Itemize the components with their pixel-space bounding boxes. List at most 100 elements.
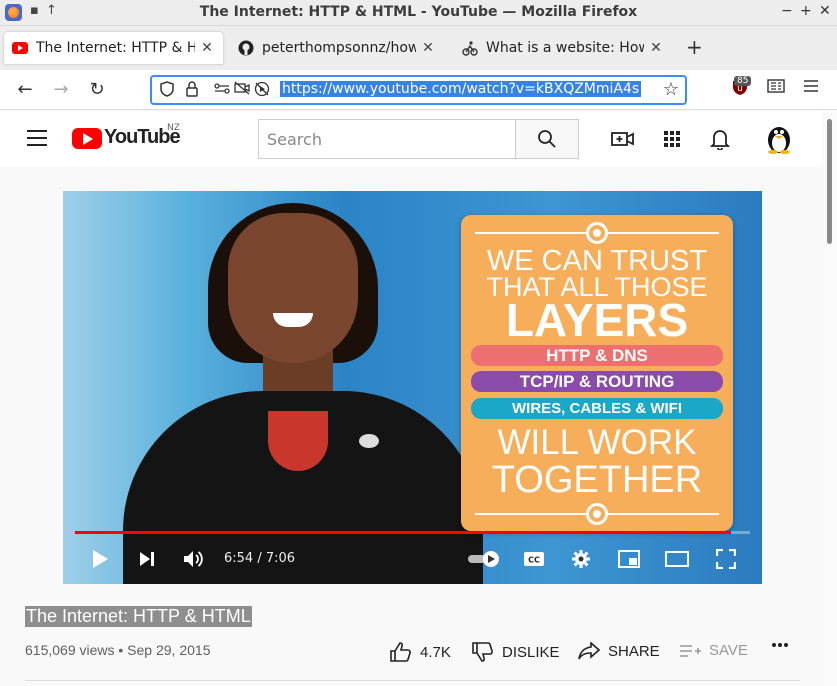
youtube-icon — [12, 40, 28, 56]
card-pill-wires: WIRES, CABLES & WIFI — [471, 398, 723, 419]
permissions-icon[interactable] — [214, 81, 230, 99]
progress-played — [75, 531, 732, 534]
tab-label: What is a website: How S — [486, 40, 644, 56]
youtube-logo-icon[interactable] — [72, 128, 102, 149]
share-button[interactable]: SHARE — [578, 642, 660, 660]
fullscreen-icon — [716, 549, 736, 569]
url-text[interactable]: https://www.youtube.com/watch?v=kBXQZMmi… — [280, 81, 642, 97]
maximize-button[interactable]: + — [800, 3, 812, 19]
card-pill-tcpip: TCP/IP & ROUTING — [471, 371, 723, 392]
autoplay-toggle-icon — [468, 551, 499, 567]
minimize-button[interactable]: − — [781, 3, 793, 19]
slide-card: WE CAN TRUST THAT ALL THOSE LAYERS HTTP … — [461, 215, 733, 531]
next-icon — [140, 552, 154, 566]
next-button[interactable] — [134, 547, 160, 571]
youtube-header: YouTube NZ — [0, 111, 822, 167]
autoplay-blocked-icon[interactable] — [254, 81, 270, 101]
play-button[interactable] — [87, 547, 113, 571]
captions-icon: CC — [524, 552, 544, 566]
save-button[interactable]: SAVE — [679, 642, 748, 659]
like-count: 4.7K — [420, 643, 451, 661]
xbox-logo-icon — [359, 434, 379, 448]
close-tab-icon[interactable]: ✕ — [648, 40, 664, 56]
page-scrollbar[interactable] — [822, 111, 837, 686]
shield-icon[interactable] — [160, 81, 174, 101]
fullscreen-button[interactable] — [713, 547, 739, 571]
play-icon — [93, 550, 108, 568]
like-button[interactable]: 4.7K — [390, 642, 451, 662]
apps-grid-icon[interactable] — [660, 127, 684, 151]
video-meta: 615,069 views • Sep 29, 2015 — [25, 642, 211, 658]
camera-blocked-icon[interactable] — [234, 81, 250, 99]
share-label: SHARE — [608, 642, 660, 660]
close-tab-icon[interactable]: ✕ — [199, 40, 215, 56]
tab-strip: The Internet: HTTP & HTML ✕ peterthompso… — [0, 26, 837, 70]
save-label: SAVE — [709, 642, 748, 659]
volume-button[interactable] — [181, 547, 207, 571]
player-controls: 6:54 / 7:06 CC — [63, 539, 762, 579]
thumbs-up-icon — [390, 642, 411, 662]
lock-icon[interactable] — [186, 81, 198, 101]
presenter-face — [228, 213, 358, 363]
card-line-3: LAYERS — [505, 294, 689, 346]
window-title: The Internet: HTTP & HTML - YouTube — Mo… — [199, 4, 638, 20]
more-horizontal-icon — [772, 643, 788, 647]
more-actions-button[interactable] — [771, 642, 797, 648]
miniplayer-button[interactable] — [616, 547, 642, 571]
card-line-4: WILL WORK — [497, 423, 697, 462]
tab-label: peterthompsonnz/howstuff — [262, 40, 416, 56]
reload-button[interactable]: ↻ — [85, 78, 109, 102]
github-icon — [238, 40, 254, 56]
search-icon — [538, 130, 556, 148]
theater-mode-icon — [665, 551, 689, 567]
scrollbar-thumb[interactable] — [827, 119, 832, 244]
progress-bar[interactable] — [75, 531, 750, 534]
close-window-button[interactable]: ✕ — [819, 3, 831, 19]
forward-button[interactable]: → — [49, 78, 73, 102]
search-input[interactable] — [259, 120, 516, 158]
new-tab-button[interactable]: + — [686, 35, 703, 59]
card-pill-http: HTTP & DNS — [471, 345, 723, 366]
tab-youtube[interactable]: The Internet: HTTP & HTML ✕ — [4, 32, 223, 64]
close-tab-icon[interactable]: ✕ — [420, 40, 436, 56]
extension-badge: 85 — [734, 76, 752, 86]
theater-mode-button[interactable] — [664, 547, 690, 571]
settings-button[interactable] — [568, 547, 594, 571]
tab-website[interactable]: What is a website: How S ✕ — [454, 32, 672, 64]
card-bottom-ring-icon — [586, 503, 608, 525]
tab-label: The Internet: HTTP & HTML — [36, 40, 195, 56]
video-player[interactable]: WE CAN TRUST THAT ALL THOSE LAYERS HTTP … — [63, 191, 762, 584]
time-display: 6:54 / 7:06 — [224, 551, 296, 566]
notifications-bell-icon[interactable] — [708, 127, 732, 151]
cyclist-icon — [462, 40, 478, 56]
menu-icon[interactable] — [803, 78, 819, 97]
gear-icon — [572, 550, 590, 568]
guide-menu-icon[interactable] — [27, 130, 47, 146]
svg-text:CC: CC — [528, 556, 540, 565]
back-button[interactable]: ← — [13, 78, 37, 102]
dislike-label: DISLIKE — [502, 643, 560, 661]
captions-button[interactable]: CC — [521, 547, 547, 571]
url-bar[interactable]: https://www.youtube.com/watch?v=kBXQZMmi… — [150, 75, 687, 105]
card-top-ring-icon — [586, 222, 608, 244]
navigation-toolbar: ← → ↻ https://www.youtube.com/watch?v=kB… — [0, 70, 837, 110]
dislike-button[interactable]: DISLIKE — [472, 642, 560, 662]
presenter-shirt — [268, 411, 328, 471]
details-divider — [25, 680, 800, 681]
window-titlebar: ▪ ↑ The Internet: HTTP & HTML - YouTube … — [0, 0, 837, 26]
volume-icon — [184, 551, 203, 567]
create-video-icon[interactable] — [611, 127, 635, 151]
add-to-playlist-icon — [680, 644, 701, 657]
avatar[interactable] — [764, 121, 794, 155]
thumbs-down-icon — [472, 642, 493, 662]
card-line-5: TOGETHER — [491, 459, 703, 501]
miniplayer-icon — [618, 550, 640, 568]
autoplay-toggle[interactable] — [467, 547, 501, 571]
search-button[interactable] — [515, 119, 579, 159]
share-icon — [578, 642, 600, 660]
reader-view-icon[interactable] — [767, 78, 785, 97]
tab-github[interactable]: peterthompsonnz/howstuff ✕ — [230, 32, 444, 64]
bookmark-star-icon[interactable]: ☆ — [663, 79, 679, 100]
video-title: The Internet: HTTP & HTML — [25, 606, 252, 627]
search-field[interactable] — [258, 119, 516, 159]
